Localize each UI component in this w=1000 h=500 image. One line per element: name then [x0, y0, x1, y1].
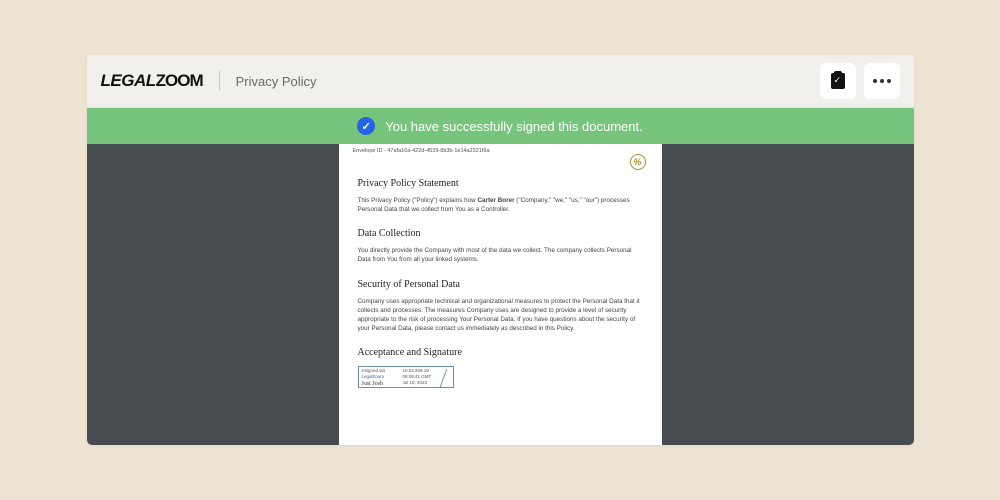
envelope-id: Envelope ID - 47afa16a-422d-4539-8b3b-1e…	[353, 148, 643, 154]
section-paragraph: This Privacy Policy ("Policy") explains …	[358, 196, 643, 214]
signature-meta: 10.22.208.19 08:09:41 GMT Jul 18, 2023	[403, 367, 441, 387]
section-paragraph: You directly provide the Company with mo…	[358, 246, 643, 264]
header-actions	[820, 63, 900, 99]
app-window: LEGAL ZOOM Privacy Policy ✓ You have suc…	[87, 55, 914, 445]
section-title: Acceptance and Signature	[358, 347, 643, 358]
sign-date: Jul 18, 2023	[403, 380, 441, 386]
header-divider	[219, 71, 220, 91]
check-circle-icon: ✓	[357, 117, 375, 135]
section-title: Data Collection	[358, 228, 643, 239]
brand-logo: LEGAL ZOOM	[101, 71, 203, 91]
document-viewer[interactable]: Envelope ID - 47afa16a-422d-4539-8b3b-1e…	[87, 144, 914, 445]
section-title: Security of Personal Data	[358, 279, 643, 290]
tasks-button[interactable]	[820, 63, 856, 99]
logo-text-legal: LEGAL	[101, 71, 156, 91]
more-options-button[interactable]	[864, 63, 900, 99]
signer-name: Just Josh	[362, 381, 400, 387]
success-message: You have successfully signed this docume…	[385, 119, 643, 134]
section-paragraph: Company uses appropriate technical and o…	[358, 297, 643, 334]
signature-slash-icon	[441, 367, 453, 387]
success-banner: ✓ You have successfully signed this docu…	[87, 108, 914, 144]
page-title: Privacy Policy	[236, 74, 317, 89]
document-page: Envelope ID - 47afa16a-422d-4539-8b3b-1e…	[339, 144, 662, 445]
section-title: Privacy Policy Statement	[358, 178, 643, 189]
clipboard-check-icon	[831, 73, 845, 89]
signature-left: eSigned via LegalZoom Just Josh	[359, 367, 403, 387]
more-horizontal-icon	[873, 79, 891, 83]
company-logo-icon: %	[630, 154, 646, 170]
signature-block: eSigned via LegalZoom Just Josh 10.22.20…	[358, 366, 454, 388]
logo-text-zoom: ZOOM	[156, 71, 203, 91]
header: LEGAL ZOOM Privacy Policy	[87, 55, 914, 108]
